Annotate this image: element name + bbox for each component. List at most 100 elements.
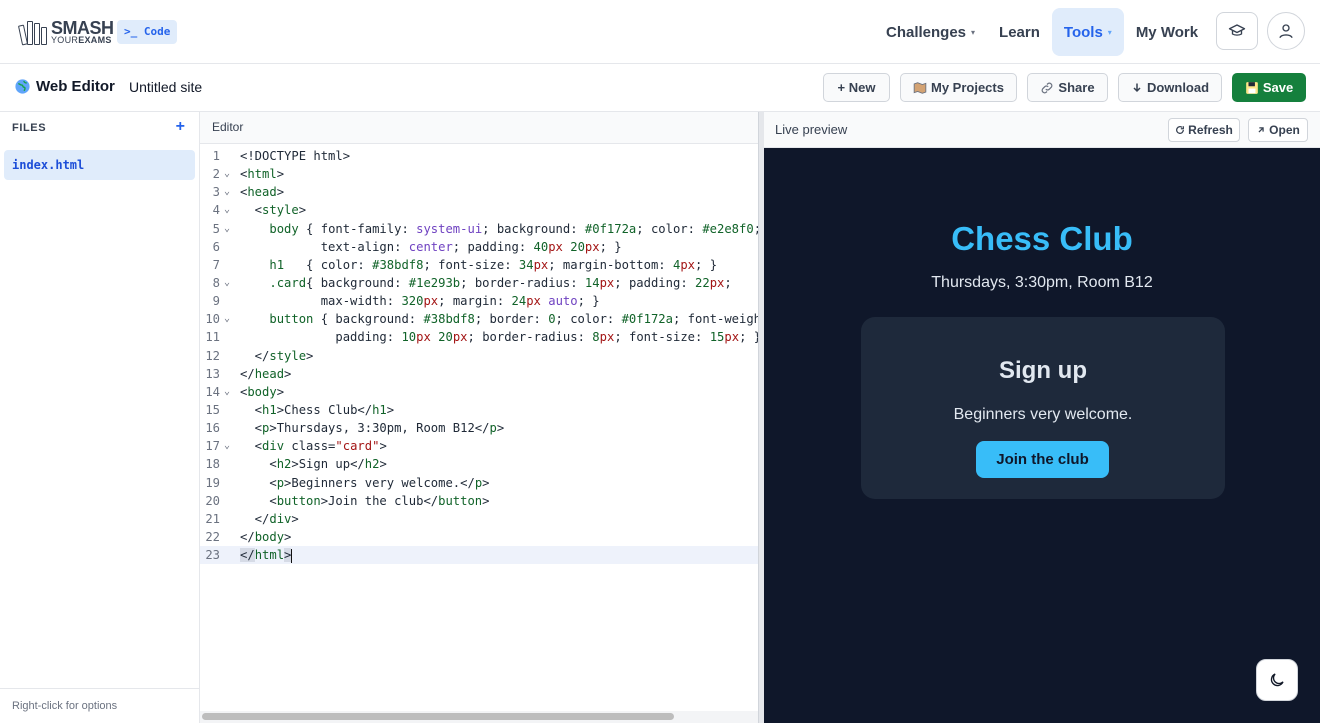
open-label: Open bbox=[1269, 123, 1300, 137]
text-cursor bbox=[291, 548, 293, 563]
download-label: Download bbox=[1146, 80, 1210, 95]
nav-challenges[interactable]: Challenges ▾ bbox=[874, 8, 987, 56]
refresh-icon bbox=[1176, 126, 1185, 134]
my-projects-label: My Projects bbox=[931, 80, 1004, 95]
fold-chevron-icon[interactable]: ⌄ bbox=[224, 383, 230, 401]
fold-chevron-icon[interactable]: ⌄ bbox=[224, 274, 230, 292]
editor-toolbar: Web Editor Untitled site + New My Projec… bbox=[0, 64, 1320, 112]
open-button[interactable]: Open bbox=[1248, 118, 1308, 142]
file-item-index-html[interactable]: index.html bbox=[4, 150, 195, 180]
link-icon bbox=[1042, 82, 1053, 93]
theme-toggle-button[interactable] bbox=[1256, 659, 1298, 701]
floppy-disk-icon bbox=[1245, 81, 1258, 94]
nav-learn[interactable]: Learn bbox=[987, 8, 1052, 56]
code-line[interactable]: 22 </body> bbox=[200, 528, 758, 546]
sidebar-hint: Right-click for options bbox=[0, 688, 199, 723]
preview-heading: Chess Club bbox=[951, 220, 1133, 257]
fold-chevron-icon[interactable]: ⌄ bbox=[224, 165, 230, 183]
code-line[interactable]: 10 ⌄ button { background: #38bdf8; border… bbox=[200, 310, 758, 328]
moon-icon bbox=[1270, 673, 1284, 687]
logo-sub-b: EXAMS bbox=[78, 35, 112, 45]
code-line[interactable]: 16 <p>Thursdays, 3:30pm, Room B12</p> bbox=[200, 419, 758, 437]
refresh-label: Refresh bbox=[1188, 123, 1233, 137]
card-text: Beginners very welcome. bbox=[953, 406, 1133, 423]
code-line[interactable]: 18 <h2>Sign up</h2> bbox=[200, 455, 758, 473]
nav-my-work-label: My Work bbox=[1135, 23, 1199, 41]
external-arrow-icon bbox=[1258, 127, 1264, 133]
code-line[interactable]: 17 ⌄ <div class="card"> bbox=[200, 437, 758, 455]
join-club-button[interactable]: Join the club bbox=[976, 441, 1109, 478]
nav-challenges-label: Challenges bbox=[886, 23, 967, 41]
page-title-text: Web Editor bbox=[36, 78, 115, 95]
graduation-cap-icon bbox=[1228, 24, 1246, 36]
code-line[interactable]: 11 padding: 10px 20px; border-radius: 8p… bbox=[200, 328, 758, 346]
top-navigation: SMASH YOUREXAMS >_ Code Challenges ▾ Lea… bbox=[0, 0, 1320, 64]
learning-mode-button[interactable] bbox=[1216, 12, 1258, 50]
code-line[interactable]: 15 <h1>Chess Club</h1> bbox=[200, 401, 758, 419]
download-button[interactable]: Download bbox=[1118, 73, 1222, 102]
main-nav-links: Challenges ▾ Learn Tools ▾ My Work bbox=[874, 8, 1210, 56]
code-line[interactable]: 3 ⌄ <head> bbox=[200, 183, 758, 201]
site-name[interactable]: Untitled site bbox=[129, 79, 202, 95]
code-line[interactable]: 5 ⌄ body { font-family: system-ui; backgr… bbox=[200, 220, 758, 238]
smash-your-exams-logo[interactable]: SMASH YOUREXAMS bbox=[17, 16, 114, 48]
preview-subtitle: Thursdays, 3:30pm, Room B12 bbox=[931, 274, 1153, 291]
add-file-button[interactable]: + bbox=[176, 118, 185, 136]
download-arrow-icon bbox=[1133, 83, 1141, 92]
horizontal-scroll-track[interactable] bbox=[200, 711, 758, 723]
horizontal-scrollbar-thumb[interactable] bbox=[202, 713, 674, 720]
books-icon bbox=[17, 19, 48, 46]
editor-heading: Editor bbox=[200, 112, 758, 144]
files-heading: FILES bbox=[12, 122, 47, 134]
fold-chevron-icon[interactable]: ⌄ bbox=[224, 183, 230, 201]
code-badge: >_ Code bbox=[117, 20, 178, 44]
files-sidebar: FILES + index.html Right-click for optio… bbox=[0, 112, 200, 723]
logo-sub-a: YOUR bbox=[51, 35, 79, 45]
code-area[interactable]: 1 <!DOCTYPE html> 2 ⌄ <html> 3 ⌄ <head> 4 ⌄ <s… bbox=[200, 147, 758, 565]
fold-chevron-icon[interactable]: ⌄ bbox=[224, 201, 230, 219]
card-title: Sign up bbox=[999, 357, 1087, 384]
signup-card: Sign up Beginners very welcome. Join the… bbox=[861, 317, 1225, 499]
fold-chevron-icon[interactable]: ⌄ bbox=[224, 310, 230, 328]
nav-learn-label: Learn bbox=[999, 23, 1040, 41]
code-line[interactable]: 2 ⌄ <html> bbox=[200, 165, 758, 183]
new-button[interactable]: + New bbox=[823, 73, 890, 102]
code-line[interactable]: 4 ⌄ <style> bbox=[200, 201, 758, 219]
preview-header: Live preview Refresh Open bbox=[764, 112, 1320, 148]
live-preview-pane: Live preview Refresh Open Chess Club Thu… bbox=[764, 112, 1320, 723]
nav-tools-label: Tools bbox=[1063, 23, 1103, 41]
code-line[interactable]: 8 ⌄ .card{ background: #1e293b; border-ra… bbox=[200, 274, 758, 292]
preview-title: Live preview bbox=[775, 122, 848, 137]
code-line[interactable]: 6 text-align: center; padding: 40px 20px… bbox=[200, 238, 758, 256]
globe-icon bbox=[15, 79, 30, 94]
save-label: Save bbox=[1262, 80, 1294, 95]
preview-frame: Chess Club Thursdays, 3:30pm, Room B12 S… bbox=[764, 148, 1320, 723]
code-line-current[interactable]: 23 </html> bbox=[200, 546, 758, 565]
my-projects-button[interactable]: My Projects bbox=[900, 73, 1017, 102]
share-button[interactable]: Share bbox=[1027, 73, 1108, 102]
new-button-label: + New bbox=[837, 80, 876, 95]
code-line[interactable]: 7 h1 { color: #38bdf8; font-size: 34px; … bbox=[200, 256, 758, 274]
code-line[interactable]: 13 </head> bbox=[200, 365, 758, 383]
chevron-down-icon: ▾ bbox=[971, 27, 976, 37]
code-line[interactable]: 20 <button>Join the club</button> bbox=[200, 492, 758, 510]
fold-chevron-icon[interactable]: ⌄ bbox=[224, 220, 230, 238]
code-line[interactable]: 9 max-width: 320px; margin: 24px auto; } bbox=[200, 292, 758, 310]
nav-my-work[interactable]: My Work bbox=[1124, 8, 1210, 56]
share-label: Share bbox=[1058, 80, 1095, 95]
user-icon bbox=[1279, 24, 1293, 39]
chevron-down-icon: ▾ bbox=[1107, 27, 1112, 37]
fold-chevron-icon[interactable]: ⌄ bbox=[224, 437, 230, 455]
code-line[interactable]: 12 </style> bbox=[200, 347, 758, 365]
refresh-button[interactable]: Refresh bbox=[1168, 118, 1240, 142]
page-title: Web Editor bbox=[14, 78, 115, 95]
code-editor[interactable]: Editor 1 <!DOCTYPE html> 2 ⌄ <html> 3 ⌄ <head… bbox=[200, 112, 758, 723]
map-icon bbox=[913, 81, 927, 94]
nav-tools[interactable]: Tools ▾ bbox=[1051, 8, 1124, 56]
code-line[interactable]: 1 <!DOCTYPE html> bbox=[200, 147, 758, 165]
account-button[interactable] bbox=[1267, 12, 1305, 50]
code-line[interactable]: 19 <p>Beginners very welcome.</p> bbox=[200, 474, 758, 492]
code-line[interactable]: 14 ⌄ <body> bbox=[200, 383, 758, 401]
code-line[interactable]: 21 </div> bbox=[200, 510, 758, 528]
save-button[interactable]: Save bbox=[1232, 73, 1306, 102]
